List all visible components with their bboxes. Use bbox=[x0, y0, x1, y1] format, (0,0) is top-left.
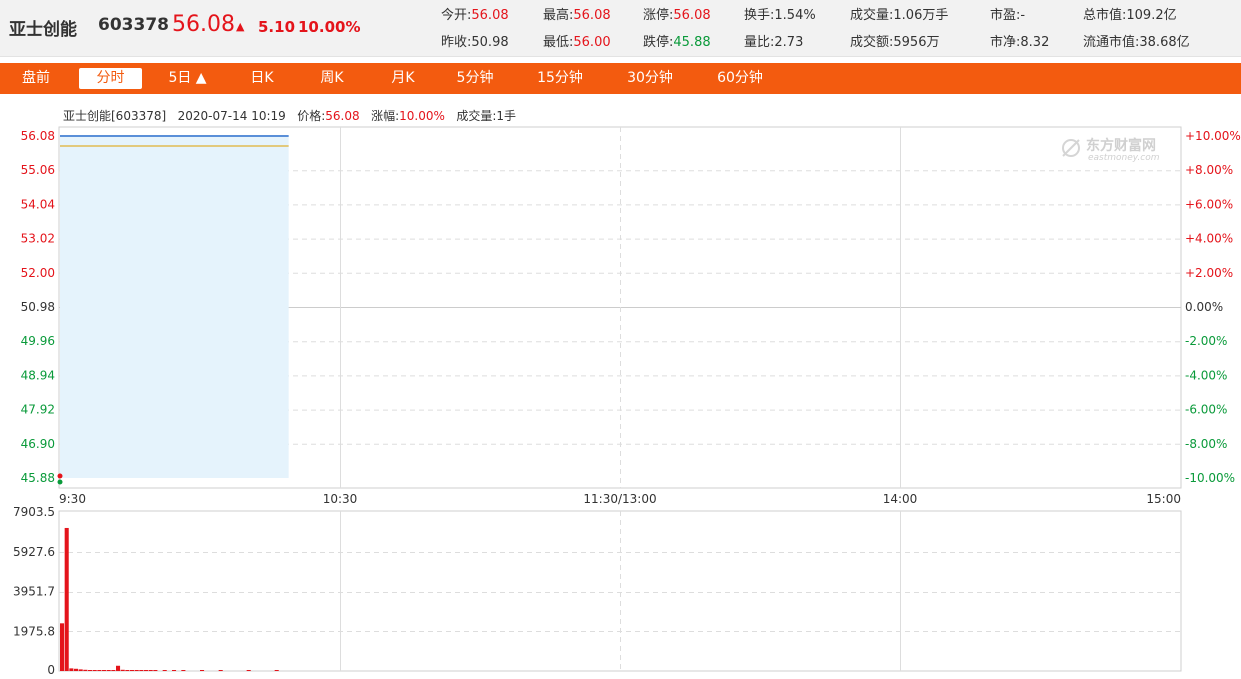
price-tick-label: 54.04 bbox=[21, 197, 55, 211]
volume-bar bbox=[106, 670, 111, 671]
volume-tick-label: 3951.7 bbox=[13, 585, 55, 599]
volume-bar bbox=[139, 670, 144, 671]
volume-bar bbox=[200, 670, 205, 671]
pct-tick-label: -6.00% bbox=[1185, 403, 1227, 417]
volume-bar bbox=[69, 668, 74, 671]
limit-marker bbox=[57, 479, 63, 485]
volume-bar bbox=[153, 670, 158, 671]
pct-tick-label: +8.00% bbox=[1185, 163, 1233, 177]
pct-tick-label: -4.00% bbox=[1185, 368, 1227, 382]
price-area-fill bbox=[60, 136, 289, 478]
volume-bar bbox=[246, 670, 251, 671]
volume-bar bbox=[111, 670, 116, 671]
volume-bar bbox=[64, 527, 69, 671]
volume-tick-label: 1975.8 bbox=[13, 624, 55, 638]
volume-bar bbox=[83, 669, 88, 671]
pct-tick-label: -2.00% bbox=[1185, 334, 1227, 348]
watermark-en: eastmoney.com bbox=[1088, 153, 1160, 163]
volume-bar bbox=[148, 670, 153, 671]
volume-bar bbox=[218, 670, 223, 671]
volume-bar bbox=[97, 670, 102, 671]
pct-tick-label: +6.00% bbox=[1185, 197, 1233, 211]
volume-bar bbox=[274, 670, 279, 671]
volume-bar bbox=[78, 669, 83, 671]
price-tick-label: 45.88 bbox=[21, 471, 55, 485]
volume-bar bbox=[74, 668, 79, 671]
volume-bar bbox=[134, 670, 139, 671]
price-tick-label: 48.94 bbox=[21, 368, 55, 382]
price-tick-label: 56.08 bbox=[21, 129, 55, 143]
price-tick-label: 55.06 bbox=[21, 163, 55, 177]
volume-bar bbox=[88, 670, 93, 671]
price-tick-label: 47.92 bbox=[21, 403, 55, 417]
volume-bar bbox=[102, 670, 107, 671]
volume-bar bbox=[125, 670, 130, 671]
volume-tick-label: 0 bbox=[47, 663, 55, 677]
pct-tick-label: +10.00% bbox=[1185, 129, 1241, 143]
pct-tick-label: +2.00% bbox=[1185, 266, 1233, 280]
intraday-chart[interactable]: 56.08 +10.00% 55.06 +8.00% 54.04 +6.00% 53.02 +… bbox=[0, 0, 1241, 679]
volume-tick-label: 7903.5 bbox=[13, 505, 55, 519]
volume-tick-label: 5927.6 bbox=[13, 545, 55, 559]
volume-bar bbox=[60, 623, 65, 671]
price-tick-label: 50.98 bbox=[21, 300, 55, 314]
time-tick-label: 10:30 bbox=[323, 492, 358, 506]
volume-bar bbox=[130, 670, 135, 671]
time-tick-label: 15:00 bbox=[1146, 492, 1181, 506]
price-tick-label: 53.02 bbox=[21, 232, 55, 246]
watermark-cn: 东方财富网 bbox=[1086, 137, 1156, 154]
volume-bar bbox=[120, 669, 125, 671]
price-tick-label: 46.90 bbox=[21, 437, 55, 451]
pct-tick-label: 0.00% bbox=[1185, 300, 1223, 314]
volume-bar bbox=[162, 670, 167, 671]
time-tick-label: 11:30/13:00 bbox=[583, 492, 656, 506]
volume-bar bbox=[116, 665, 121, 671]
volume-bar bbox=[172, 670, 177, 671]
eastmoney-watermark: 东方财富网 eastmoney.com bbox=[1062, 137, 1160, 163]
volume-bar bbox=[144, 670, 149, 671]
time-tick-label: 9:30 bbox=[59, 492, 86, 506]
eastmoney-logo-icon bbox=[1062, 139, 1080, 157]
pct-tick-label: -10.00% bbox=[1185, 471, 1235, 485]
volume-bar bbox=[92, 670, 97, 671]
pct-tick-label: -8.00% bbox=[1185, 437, 1227, 451]
pct-tick-label: +4.00% bbox=[1185, 232, 1233, 246]
price-tick-label: 52.00 bbox=[21, 266, 55, 280]
time-tick-label: 14:00 bbox=[883, 492, 918, 506]
price-tick-label: 49.96 bbox=[21, 334, 55, 348]
volume-bar bbox=[181, 670, 186, 671]
limit-marker bbox=[57, 473, 63, 479]
